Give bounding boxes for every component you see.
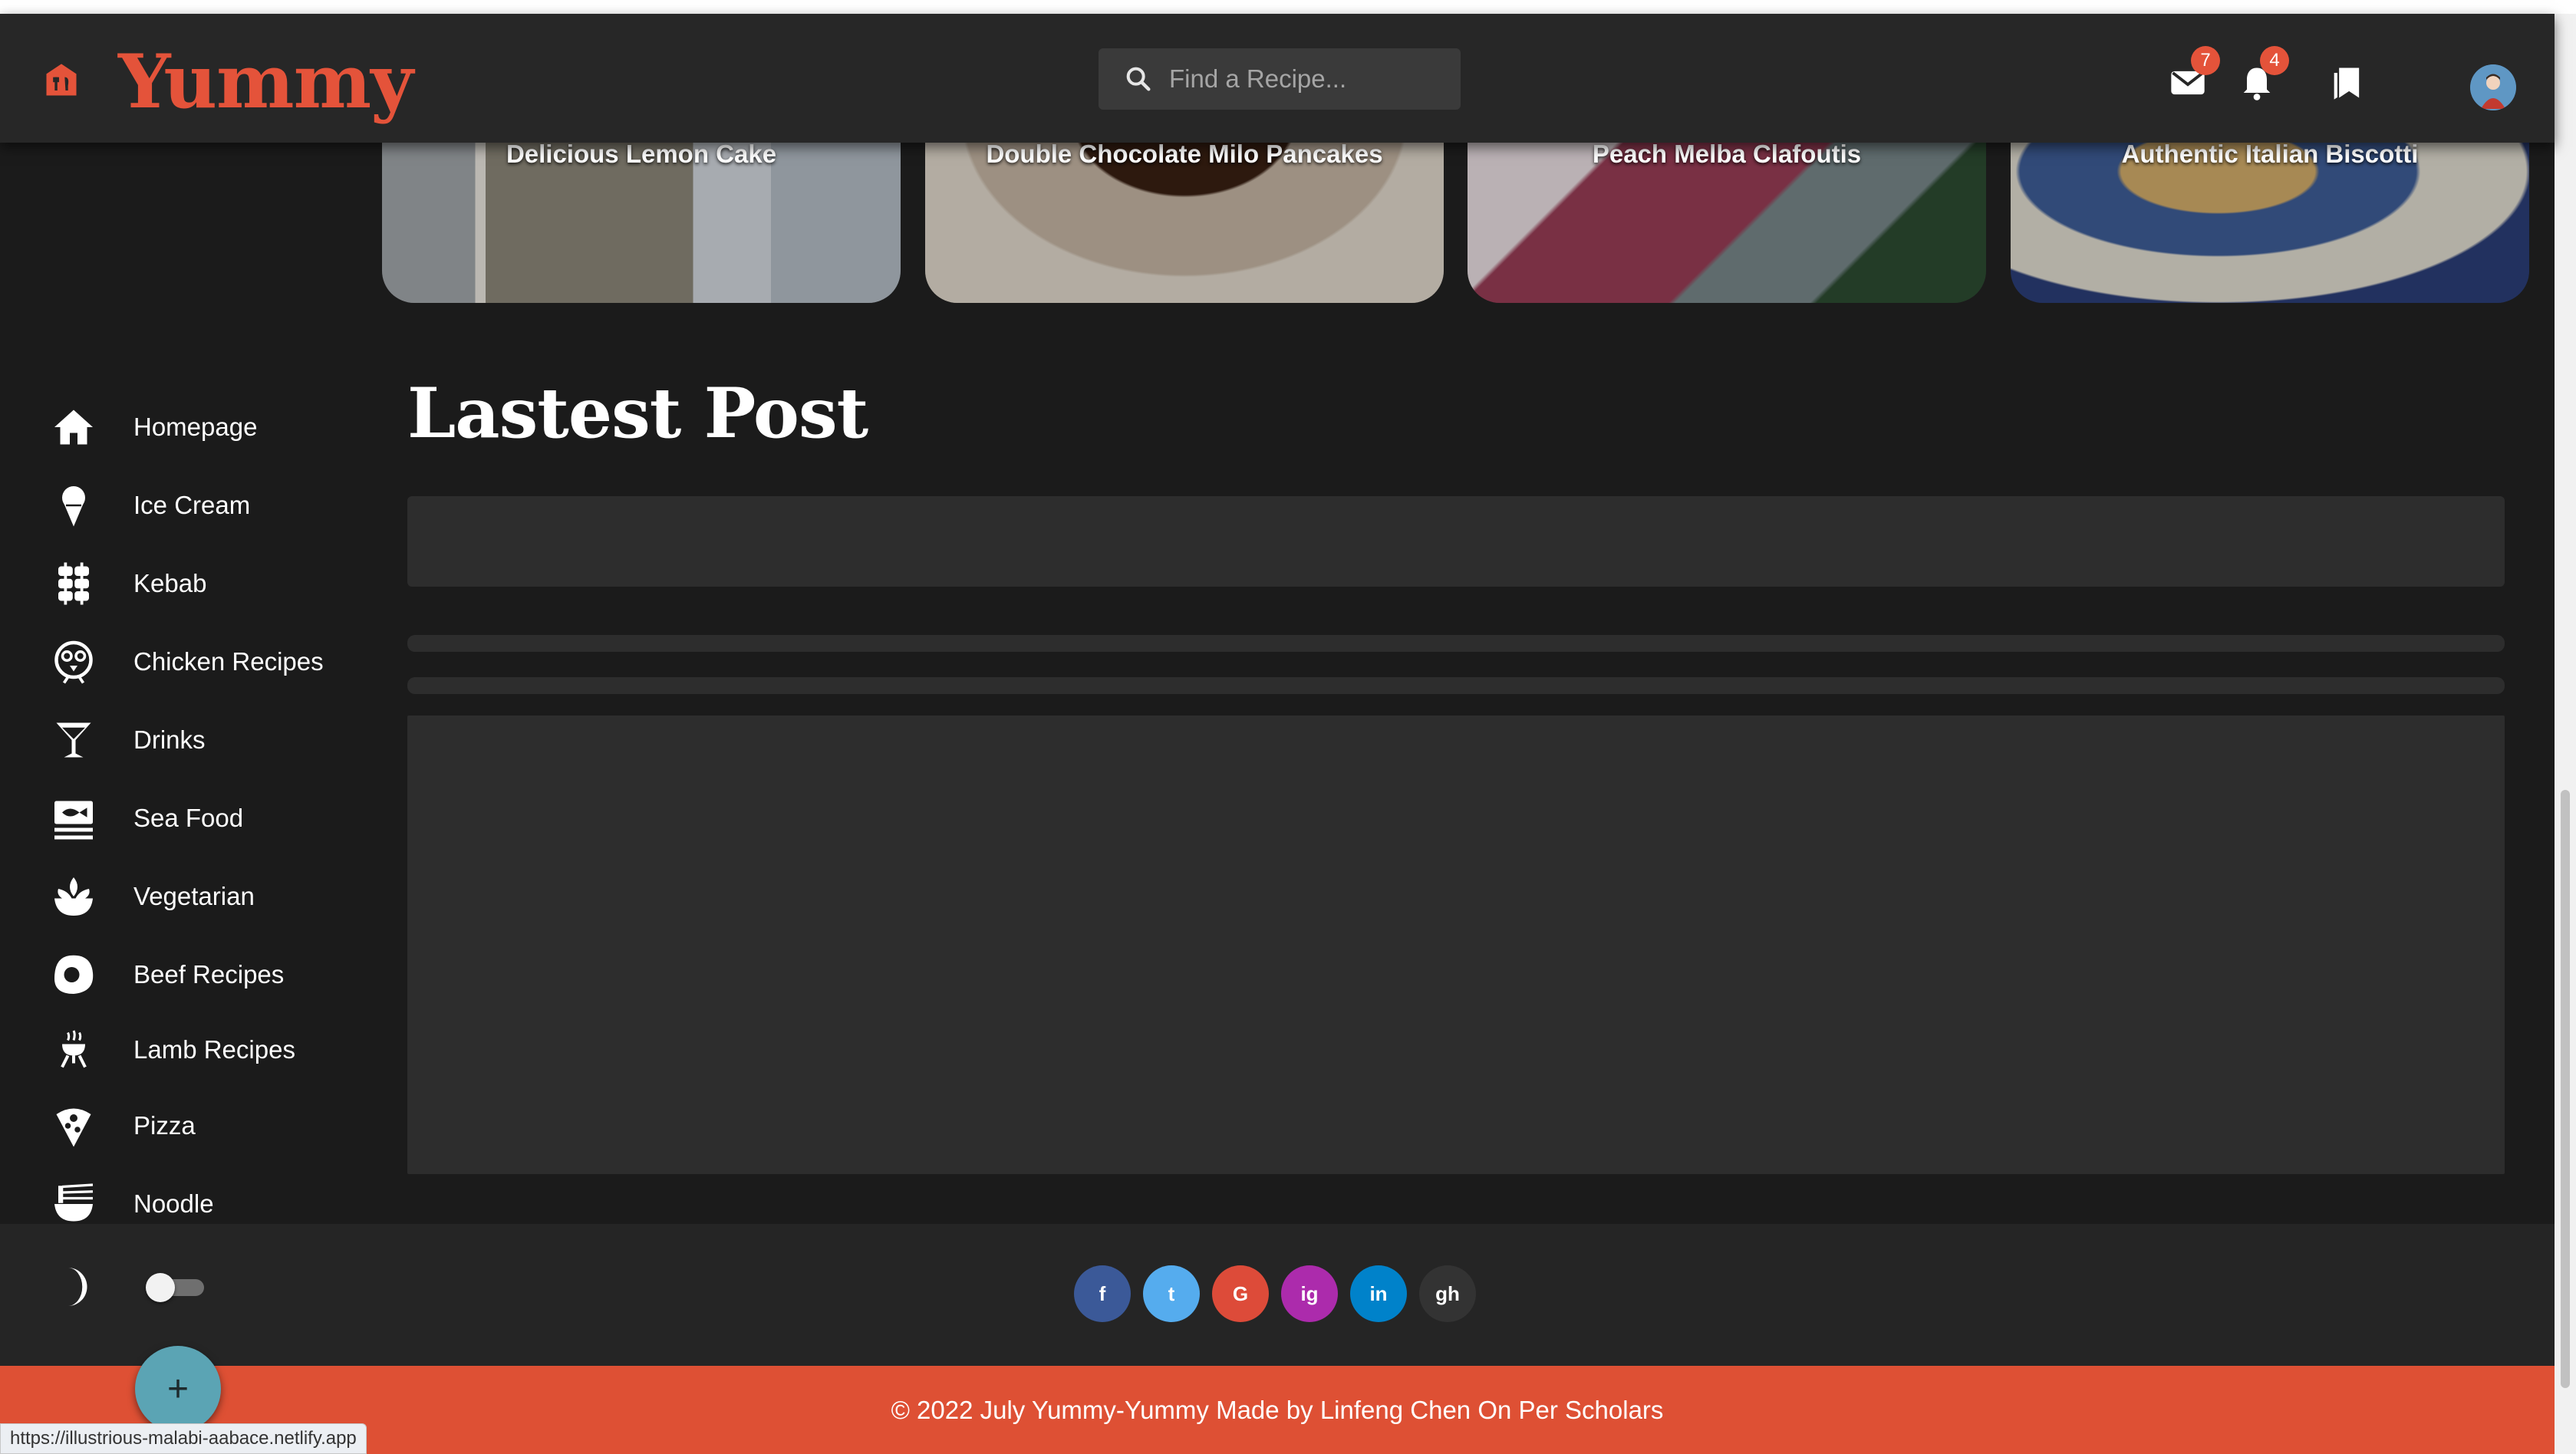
steak-icon (54, 955, 94, 994)
sidebar-item-chicken-recipes[interactable]: Chicken Recipes (51, 635, 324, 689)
add-recipe-button[interactable]: + (135, 1346, 221, 1432)
linkedin-icon[interactable]: in (1350, 1265, 1407, 1322)
sidebar-item-label: Kebab (133, 569, 207, 597)
noodle-icon (54, 1183, 94, 1222)
sidebar-item-noodle[interactable]: Noodle (51, 1177, 214, 1231)
dark-mode-toggle[interactable] (146, 1273, 207, 1302)
sidebar-item-ice-cream[interactable]: Ice Cream (51, 479, 250, 532)
card-title: Double Chocolate Milo Pancakes (986, 140, 1383, 168)
footer (0, 1224, 2555, 1366)
sidebar-item-label: Drinks (133, 725, 206, 754)
post-skeleton-image (407, 715, 2505, 1174)
facebook-icon[interactable]: f (1074, 1265, 1131, 1322)
dark-mode-moon-icon (68, 1268, 87, 1306)
sidebar-item-beef-recipes[interactable]: Beef Recipes (51, 948, 284, 1002)
instagram-icon[interactable]: ig (1281, 1265, 1338, 1322)
card-title: Authentic Italian Biscotti (2121, 140, 2419, 168)
browser-status-url: https://illustrious-malabi-aabace.netlif… (0, 1423, 367, 1454)
search-input[interactable] (1168, 64, 1447, 94)
top-app-bar: Yummy 7 4 (0, 14, 2555, 143)
bookmarks-icon[interactable] (2327, 63, 2367, 103)
chicken-icon (54, 640, 93, 684)
sidebar-item-vegetarian[interactable]: Vegetarian (51, 870, 255, 923)
featured-card[interactable]: Authentic Italian Biscotti (2011, 115, 2529, 303)
scrollbar-thumb[interactable] (2561, 790, 2570, 1388)
sidebar-item-pizza[interactable]: Pizza (51, 1099, 196, 1153)
cocktail-icon (56, 722, 91, 758)
restaurant-icon[interactable] (41, 61, 81, 100)
fish-icon (54, 801, 93, 840)
search-bar[interactable] (1099, 48, 1461, 110)
notification-badge: 4 (2260, 46, 2289, 75)
sidebar-item-drinks[interactable]: Drinks (51, 713, 206, 767)
sidebar-item-label: Sea Food (133, 804, 244, 832)
sidebar-item-homepage[interactable]: Homepage (51, 400, 257, 454)
sidebar-item-kebab[interactable]: Kebab (51, 557, 206, 610)
sidebar-item-label: Chicken Recipes (133, 647, 324, 676)
twitter-icon[interactable]: t (1143, 1265, 1200, 1322)
pizza-icon (56, 1108, 91, 1147)
avatar-image (2470, 64, 2516, 110)
sidebar-item-label: Ice Cream (133, 491, 251, 519)
sidebar-item-sea-food[interactable]: Sea Food (51, 791, 243, 845)
sidebar-item-label: Noodle (133, 1189, 214, 1218)
post-skeleton-header (407, 496, 2505, 587)
leaf-bowl-icon (54, 877, 93, 916)
post-skeleton-line (407, 677, 2505, 694)
card-title: Delicious Lemon Cake (506, 140, 777, 168)
sidebar-item-label: Lamb Recipes (133, 1035, 295, 1064)
user-avatar[interactable] (2470, 64, 2516, 110)
home-icon (54, 410, 93, 445)
featured-card[interactable]: Peach Melba Clafoutis (1468, 115, 1986, 303)
sidebar-item-label: Vegetarian (133, 882, 255, 910)
mail-badge: 7 (2191, 46, 2220, 75)
sidebar-item-label: Pizza (133, 1111, 196, 1140)
search-icon (1126, 67, 1151, 91)
featured-card[interactable]: Delicious Lemon Cake (382, 115, 901, 303)
sidebar-item-label: Homepage (133, 413, 258, 441)
ice-cream-icon (62, 486, 85, 527)
grill-icon (61, 1030, 87, 1068)
browser-top-strip (0, 0, 2576, 14)
post-skeleton-line (407, 635, 2505, 652)
sidebar-item-lamb-recipes[interactable]: Lamb Recipes (51, 1023, 295, 1077)
google-icon[interactable]: G (1212, 1265, 1269, 1322)
github-icon[interactable]: gh (1419, 1265, 1476, 1322)
copyright-bar: © 2022 July Yummy-Yummy Made by Linfeng … (0, 1366, 2555, 1454)
featured-card[interactable]: Double Chocolate Milo Pancakes (925, 115, 1444, 303)
sidebar-item-label: Beef Recipes (133, 960, 285, 989)
copyright-text: © 2022 July Yummy-Yummy Made by Linfeng … (891, 1395, 1664, 1424)
app-logo-text[interactable]: Yummy (118, 38, 413, 125)
page-title: Lastest Post (407, 373, 868, 454)
toggle-knob (146, 1273, 175, 1302)
card-title: Peach Melba Clafoutis (1592, 140, 1862, 168)
kebab-icon (58, 562, 89, 605)
